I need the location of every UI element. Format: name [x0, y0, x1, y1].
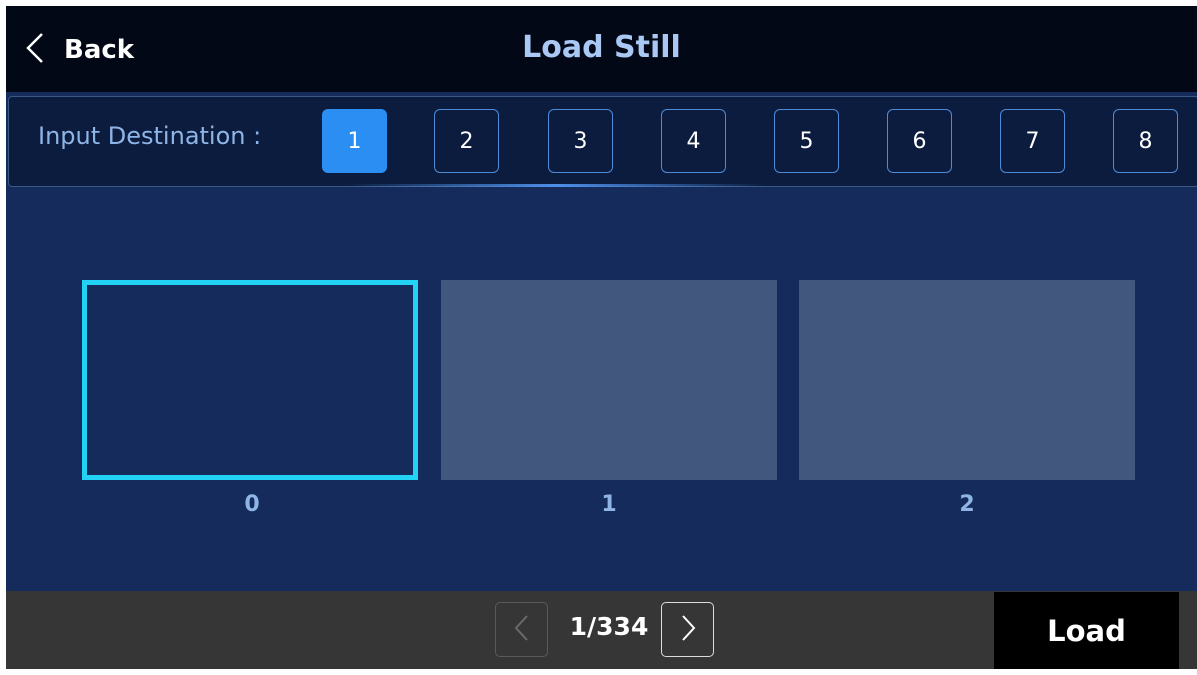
destination-button-1[interactable]: 1 — [322, 109, 387, 173]
destination-bar-glow — [346, 184, 766, 187]
next-page-button[interactable] — [661, 602, 714, 657]
header: Back Load Still — [6, 6, 1197, 92]
page-indicator: 1/334 — [569, 612, 649, 641]
still-thumbnail-0[interactable] — [82, 280, 418, 480]
destination-button-4[interactable]: 4 — [661, 109, 726, 173]
chevron-left-icon — [512, 613, 532, 647]
destination-button-7[interactable]: 7 — [1000, 109, 1065, 173]
page-title: Load Still — [522, 30, 681, 65]
destination-button-8[interactable]: 8 — [1113, 109, 1178, 173]
still-thumbnail-1[interactable] — [441, 280, 777, 480]
load-button[interactable]: Load — [994, 592, 1179, 669]
destination-button-5[interactable]: 5 — [774, 109, 839, 173]
destination-button-6[interactable]: 6 — [887, 109, 952, 173]
still-label-1: 1 — [601, 492, 617, 517]
load-still-screen: Back Load Still Input Destination : 1 2 … — [6, 6, 1197, 669]
prev-page-button[interactable] — [495, 602, 548, 657]
still-label-0: 0 — [244, 492, 260, 517]
input-destination-label: Input Destination : — [38, 122, 262, 150]
still-thumbnail-2[interactable] — [799, 280, 1135, 480]
destination-button-3[interactable]: 3 — [548, 109, 613, 173]
still-label-2: 2 — [959, 492, 975, 517]
chevron-right-icon — [678, 613, 698, 647]
destination-button-2[interactable]: 2 — [434, 109, 499, 173]
